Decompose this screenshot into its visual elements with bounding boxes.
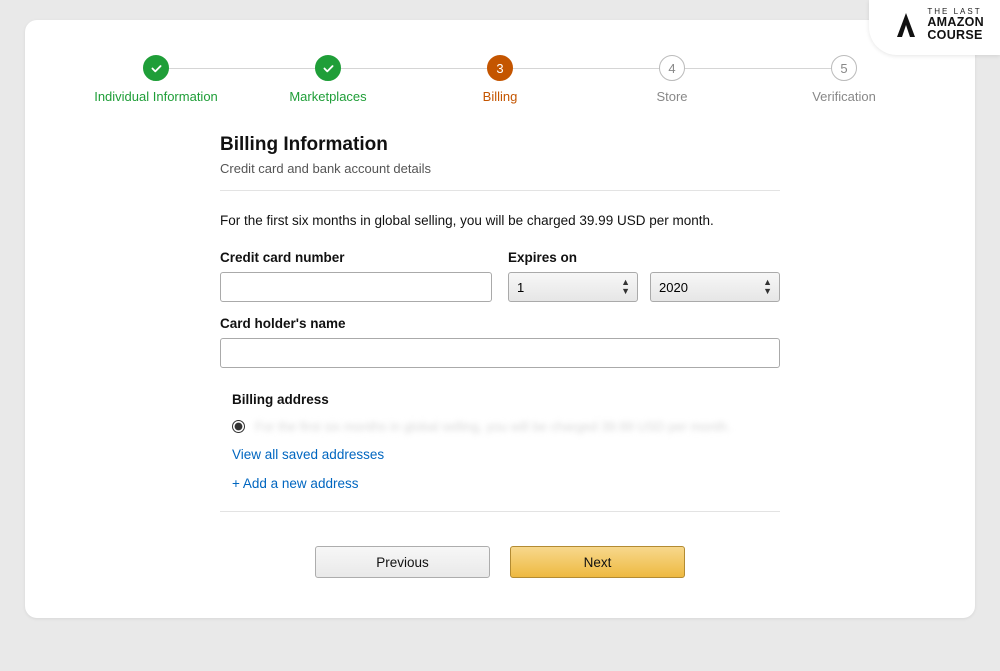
divider [220,511,780,512]
exp-month-select[interactable]: 1 [508,272,638,302]
page-subtitle: Credit card and bank account details [220,161,780,176]
holder-input[interactable] [220,338,780,368]
check-icon [150,62,163,75]
expires-group: Expires on 1 ▲▼ 2020 ▲▼ [508,250,780,302]
divider [220,190,780,191]
step-verification: 5 Verification [758,55,930,104]
exp-year-select[interactable]: 2020 [650,272,780,302]
step-store: 4 Store [586,55,758,104]
step-label: Billing [414,89,586,104]
progress-stepper: Individual Information Marketplaces 3 Bi… [70,55,930,104]
main-card: Individual Information Marketplaces 3 Bi… [25,20,975,618]
step-marketplaces[interactable]: Marketplaces [242,55,414,104]
check-icon [322,62,335,75]
brand-logo-icon [893,11,919,39]
step-label: Marketplaces [242,89,414,104]
add-new-address-link[interactable]: + Add a new address [232,476,358,491]
billing-address-blurred-text: For the first six months in global selli… [255,419,730,434]
card-number-input[interactable] [220,272,492,302]
brand-badge: THE LAST AMAZON COURSE [869,0,1000,55]
step-circle-pending: 5 [831,55,857,81]
brand-text: THE LAST AMAZON COURSE [927,8,984,41]
expires-label: Expires on [508,250,780,265]
view-all-addresses-link[interactable]: View all saved addresses [232,447,384,462]
step-circle-done [315,55,341,81]
step-label: Individual Information [70,89,242,104]
card-number-label: Credit card number [220,250,492,265]
billing-address-section: Billing address For the first six months… [220,392,780,512]
step-label: Store [586,89,758,104]
next-button[interactable]: Next [510,546,685,578]
step-circle-pending: 4 [659,55,685,81]
form-content: Billing Information Credit card and bank… [220,134,780,578]
pricing-notice: For the first six months in global selli… [220,213,780,228]
holder-label: Card holder's name [220,316,780,331]
step-circle-active: 3 [487,55,513,81]
brand-line2: AMAZON [927,16,984,29]
brand-line3: COURSE [927,29,984,42]
card-row: Credit card number Expires on 1 ▲▼ 2020 [220,250,780,302]
billing-address-radio[interactable] [232,420,245,433]
holder-group: Card holder's name [220,316,780,368]
card-number-group: Credit card number [220,250,492,302]
button-row: Previous Next [220,546,780,578]
previous-button[interactable]: Previous [315,546,490,578]
step-label: Verification [758,89,930,104]
billing-address-option[interactable]: For the first six months in global selli… [232,419,780,434]
step-billing[interactable]: 3 Billing [414,55,586,104]
page-title: Billing Information [220,134,780,156]
step-circle-done [143,55,169,81]
billing-address-heading: Billing address [232,392,780,407]
step-individual-information[interactable]: Individual Information [70,55,242,104]
